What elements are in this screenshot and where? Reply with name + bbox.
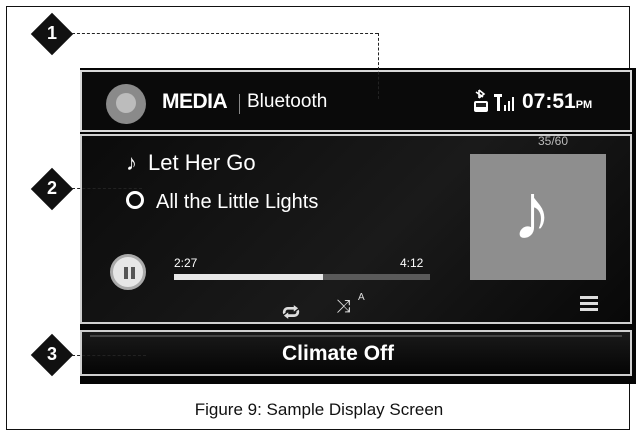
callout-3-leader: [72, 355, 146, 356]
callout-3-number: 3: [46, 344, 57, 364]
status-header: MEDIA Bluetooth 07:51PM: [80, 70, 632, 132]
callout-1-leader-v: [378, 33, 379, 99]
album-art[interactable]: ♪: [470, 154, 606, 280]
clock-time: 07:51PM: [522, 90, 593, 113]
album-note-icon: ♪: [512, 167, 552, 256]
song-title: ♪ Let Her Go: [126, 150, 256, 175]
progress-fill: [174, 274, 324, 280]
pause-icon: [124, 267, 128, 279]
callout-2-leader: [72, 188, 142, 189]
list-menu-icon[interactable]: [580, 296, 598, 312]
callout-2-number: 2: [46, 178, 57, 198]
pause-button[interactable]: [110, 254, 146, 290]
track-count: 35/60: [538, 134, 569, 148]
source-label[interactable]: Bluetooth: [247, 91, 327, 113]
climate-bar[interactable]: Climate Off: [80, 330, 632, 376]
total-time: 4:12: [400, 256, 424, 270]
figure-caption: Figure 9: Sample Display Screen: [194, 400, 444, 419]
climate-divider: [90, 335, 622, 337]
callout-1-number: 1: [46, 23, 57, 43]
callout-1-leader: [72, 33, 378, 34]
shuffle-mode-indicator: A: [358, 292, 365, 303]
repeat-icon[interactable]: 🔁︎: [282, 298, 300, 325]
elapsed-time: 2:27: [174, 256, 198, 270]
media-disc-icon[interactable]: [106, 84, 146, 124]
display-screen: MEDIA Bluetooth 07:51PM ♪ Let Her Go All …: [80, 68, 636, 384]
bluetooth-phone-icon: [474, 89, 488, 112]
header-divider: [239, 94, 240, 114]
music-note-icon: ♪: [126, 150, 137, 175]
album-title: All the Little Lights: [126, 190, 318, 214]
clock-ampm: PM: [575, 99, 593, 111]
progress-bar[interactable]: [174, 274, 430, 280]
mode-label: MEDIA: [162, 90, 228, 113]
shuffle-icon[interactable]: ⤨: [336, 296, 350, 317]
now-playing-panel: ♪ Let Her Go All the Little Lights 35/60 …: [80, 134, 632, 324]
signal-strength-icon: [494, 94, 514, 111]
climate-label: Climate Off: [282, 342, 395, 365]
album-disc-icon: [126, 191, 144, 209]
